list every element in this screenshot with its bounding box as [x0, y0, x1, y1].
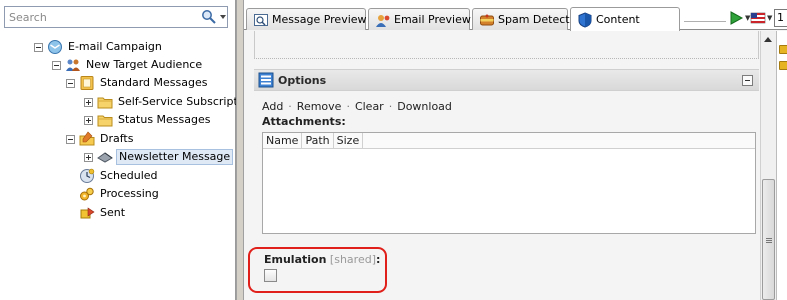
- tree-item-new-target-audience[interactable]: New Target Audience: [52, 56, 204, 74]
- content-icon: [578, 11, 592, 28]
- tree-item-processing[interactable]: Processing: [66, 185, 161, 203]
- email-campaign-icon: [48, 40, 62, 54]
- folder-icon: [779, 61, 787, 70]
- sent-icon: [80, 207, 95, 219]
- tree-item-email-campaign[interactable]: E-mail Campaign: [34, 38, 164, 56]
- options-icon: [258, 72, 274, 88]
- tree-item-drafts[interactable]: Drafts: [66, 130, 135, 148]
- scroll-up-icon[interactable]: [764, 37, 772, 42]
- vertical-scrollbar[interactable]: [760, 31, 776, 300]
- add-link[interactable]: Add: [262, 100, 283, 113]
- options-section-header[interactable]: Options: [254, 69, 759, 91]
- content-tree-pane: E-mail Campaign New Target Audience Stan…: [0, 0, 255, 300]
- spam-detect-icon: [480, 14, 494, 25]
- drafts-icon: [79, 131, 95, 146]
- previous-section-edge: [254, 31, 759, 59]
- folder-icon: [97, 115, 113, 127]
- tree-item-label: New Target Audience: [86, 58, 203, 71]
- tree-item-label: Sent: [100, 206, 126, 219]
- download-link[interactable]: Download: [397, 100, 452, 113]
- attachments-list[interactable]: Name Path Size: [262, 132, 756, 234]
- separator: ·: [346, 100, 350, 113]
- tab-message-preview[interactable]: Message Preview: [246, 8, 367, 30]
- tab-strip-spacer: [684, 8, 726, 22]
- collapse-section-icon[interactable]: [742, 75, 753, 86]
- collapse-toggle-icon[interactable]: [66, 134, 75, 144]
- attachments-label: Attachments:: [262, 115, 346, 128]
- chevron-down-icon[interactable]: [219, 13, 227, 21]
- search-input[interactable]: [5, 7, 195, 27]
- grip-icon: [766, 238, 772, 243]
- clear-link[interactable]: Clear: [355, 100, 384, 113]
- preview-icon: [254, 13, 268, 26]
- editor-tab-bar: Message Preview Email Preview Spam Detec…: [244, 0, 787, 31]
- message-folder-icon: [80, 76, 94, 90]
- expand-toggle-icon[interactable]: [84, 152, 93, 162]
- go-button[interactable]: ▼: [728, 10, 750, 26]
- remove-link[interactable]: Remove: [297, 100, 342, 113]
- collapse-toggle-icon[interactable]: [34, 42, 43, 52]
- tree-item-label: Processing: [100, 187, 159, 200]
- separator: ·: [288, 100, 292, 113]
- processing-icon: [80, 187, 94, 201]
- language-button[interactable]: ▼: [750, 10, 772, 26]
- tab-email-preview[interactable]: Email Preview: [368, 8, 471, 30]
- tree-item-label: Status Messages: [118, 113, 211, 126]
- collapse-toggle-icon[interactable]: [66, 78, 75, 88]
- tab-content[interactable]: Content: [570, 7, 680, 31]
- emulation-highlight-annotation: [248, 247, 387, 293]
- version-selector[interactable]: 1: [774, 9, 787, 27]
- chevron-down-icon: ▼: [767, 14, 773, 22]
- tree-item-label: Drafts: [100, 132, 134, 145]
- side-panel-edge: [776, 31, 787, 300]
- tab-spam-detect[interactable]: Spam Detect: [472, 8, 570, 30]
- attachments-list-header: Name Path Size: [263, 133, 755, 149]
- tree-item-label: Scheduled: [100, 169, 158, 182]
- tree-item-scheduled[interactable]: Scheduled: [66, 167, 160, 185]
- collapse-toggle-icon[interactable]: [52, 60, 61, 70]
- expand-toggle-icon[interactable]: [84, 115, 93, 125]
- separator: ·: [388, 100, 393, 113]
- column-header-size[interactable]: Size: [334, 133, 364, 148]
- folder-icon: [97, 97, 113, 109]
- audience-icon: [66, 59, 80, 71]
- column-header-name[interactable]: Name: [263, 133, 303, 148]
- tree-item-label: Standard Messages: [100, 76, 208, 89]
- tree-item-status-messages[interactable]: Status Messages: [84, 111, 213, 129]
- folder-icon: [779, 45, 787, 54]
- search-box: [4, 6, 228, 28]
- tree-item-self-service-subscription[interactable]: Self-Service Subscription: [84, 93, 257, 111]
- search-icon[interactable]: [201, 9, 217, 25]
- play-arrow-icon: [730, 11, 744, 25]
- tree-item-label: E-mail Campaign: [68, 40, 162, 53]
- options-title: Options: [278, 73, 327, 87]
- attachment-actions: Add · Remove · Clear · Download: [262, 100, 452, 113]
- scheduled-icon: [80, 168, 95, 183]
- column-header-path[interactable]: Path: [302, 133, 334, 148]
- tree-item-newsletter-message[interactable]: Newsletter Message: [84, 148, 234, 166]
- pane-splitter[interactable]: [236, 0, 244, 300]
- tree-item-standard-messages[interactable]: Standard Messages: [66, 74, 209, 92]
- tree-item-label: Newsletter Message: [116, 149, 234, 165]
- flag-icon: [750, 12, 766, 24]
- email-preview-icon: [376, 14, 390, 27]
- scrollbar-thumb[interactable]: [762, 179, 775, 300]
- newsletter-icon: [97, 152, 113, 163]
- expand-toggle-icon[interactable]: [84, 97, 93, 107]
- tree-item-sent[interactable]: Sent: [66, 204, 127, 222]
